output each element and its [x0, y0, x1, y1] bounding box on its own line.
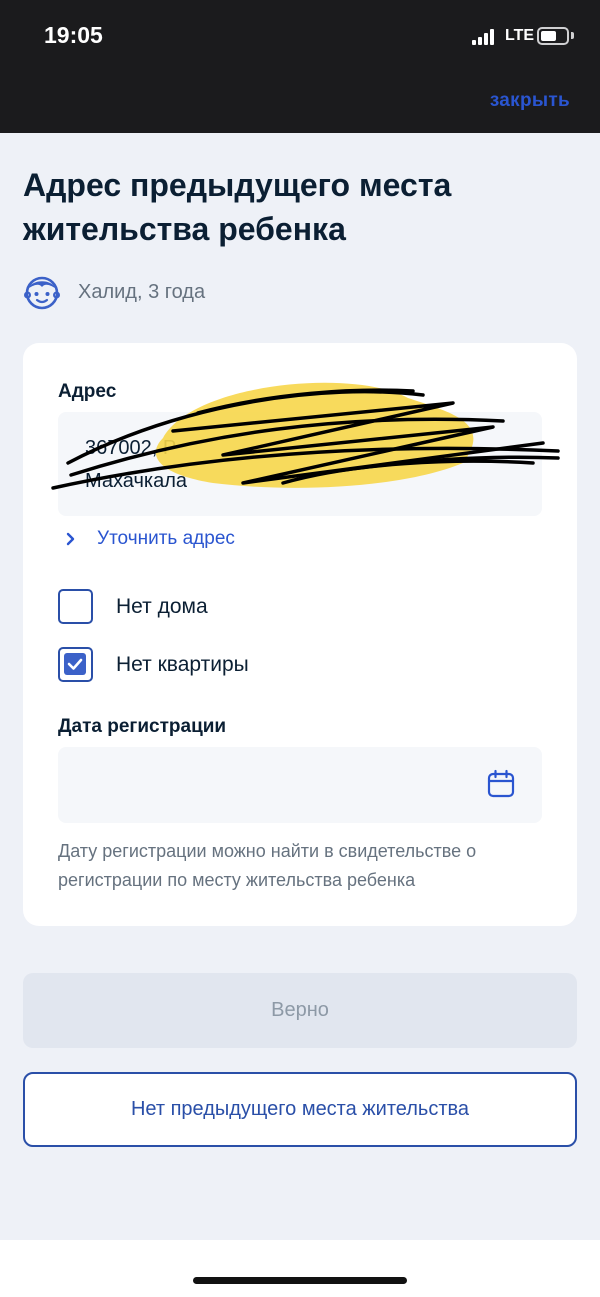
registration-date-label: Дата регистрации: [58, 716, 227, 737]
refine-address-link[interactable]: Уточнить адрес: [65, 528, 235, 550]
status-time: 19:05: [44, 22, 103, 48]
no-apartment-label: Нет квартиры: [116, 652, 249, 676]
address-field[interactable]: 367002, Р Махачкала: [58, 412, 542, 516]
network-type: LTE: [505, 27, 535, 44]
calendar-icon[interactable]: [487, 769, 515, 799]
child-info: Халид, 3 года: [23, 273, 205, 311]
bottom-bar: [0, 1240, 600, 1297]
no-previous-residence-button[interactable]: Нет предыдущего места жительства: [23, 1072, 577, 1147]
no-apartment-checkbox[interactable]: Нет квартиры: [58, 647, 249, 682]
battery-icon: [537, 27, 569, 45]
address-label: Адрес: [58, 381, 117, 402]
status-bar: 19:05 LTE закрыть: [0, 0, 600, 133]
child-name: Халид, 3 года: [78, 280, 206, 303]
address-line-1: 367002, Р: [85, 437, 177, 459]
no-house-checkbox[interactable]: Нет дома: [58, 589, 208, 624]
close-button[interactable]: закрыть: [490, 90, 570, 112]
home-indicator[interactable]: [193, 1277, 407, 1284]
child-face-icon: [24, 276, 60, 310]
address-form-card: Адрес 367002, Р Махачкала Уточнить адрес: [23, 343, 577, 926]
refine-address-label: Уточнить адрес: [97, 528, 235, 549]
registration-date-hint: Дату регистрации можно найти в свидетель…: [58, 841, 477, 890]
signal-strength-icon: [472, 29, 498, 45]
main-content: Адрес предыдущего места жительства ребен…: [0, 133, 600, 1240]
address-line-2: Махачкала: [85, 470, 187, 492]
checkbox-box[interactable]: [58, 589, 93, 624]
chevron-right-icon: [66, 532, 75, 546]
checkmark-icon: [67, 658, 83, 670]
registration-date-input[interactable]: [58, 747, 542, 823]
no-house-label: Нет дома: [116, 594, 208, 618]
confirm-button[interactable]: Верно: [23, 973, 577, 1048]
checkbox-box-checked[interactable]: [58, 647, 93, 682]
page-title: Адрес предыдущего места жительства ребен…: [23, 167, 452, 247]
